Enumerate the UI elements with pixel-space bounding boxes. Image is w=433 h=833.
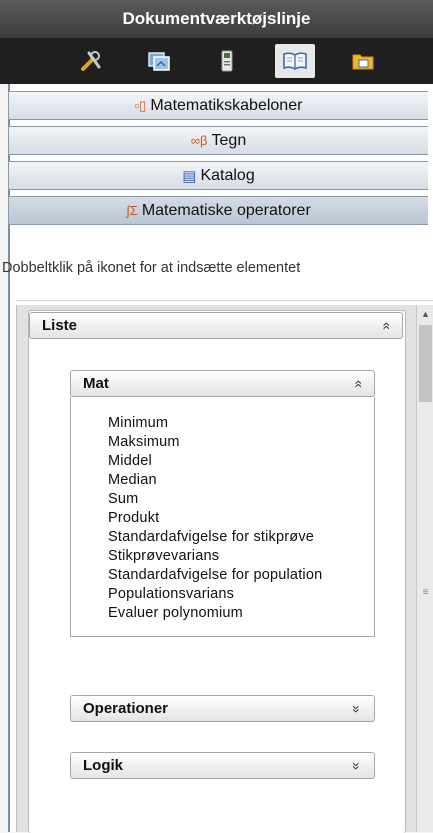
tools-button[interactable]: [71, 44, 111, 78]
operationer-section-title: Operationer: [83, 700, 169, 717]
accordion-label: Tegn: [211, 131, 247, 149]
scroll-up-arrow-icon[interactable]: ▲: [417, 307, 433, 321]
liste-title: Liste: [42, 317, 78, 334]
list-item[interactable]: Sum: [108, 491, 138, 507]
window-title: Dokumentværktøjslinje: [0, 0, 433, 38]
accordion-catalog[interactable]: ▤ Katalog: [8, 161, 428, 190]
list-item[interactable]: Middel: [108, 453, 152, 469]
divider: [16, 300, 433, 301]
content-explorer-button[interactable]: [343, 44, 383, 78]
accordion-symbols[interactable]: ∞β Tegn: [8, 126, 428, 155]
operators-icon: ∫Σ: [126, 203, 138, 218]
accordion-math-operators[interactable]: ∫Σ Matematiske operatorer: [8, 196, 428, 225]
document-pages-icon: [147, 52, 170, 71]
scroll-thumb[interactable]: [419, 325, 432, 402]
variables-button[interactable]: [207, 44, 247, 78]
list-item[interactable]: Standardafvigelse for population: [108, 567, 322, 583]
list-item[interactable]: Minimum: [108, 415, 168, 431]
utilities-button[interactable]: [274, 44, 315, 78]
accordion-math-templates[interactable]: ▫▯ Matematikskabeloner: [8, 91, 428, 120]
page-sorter-button[interactable]: [139, 44, 179, 78]
utilities-book-icon: [282, 52, 307, 70]
mat-section-header[interactable]: Mat »: [70, 370, 375, 397]
accordion-label: Matematikskabeloner: [150, 96, 303, 114]
document-toolbar: [0, 38, 433, 84]
collapse-chevron-icon: »: [377, 321, 394, 330]
list-item[interactable]: Standardafvigelse for stikprøve: [108, 529, 314, 545]
expand-chevron-icon: »: [349, 704, 366, 713]
accordion-label: Matematiske operatorer: [141, 201, 311, 219]
insert-hint: Dobbeltklik på ikonet for at indsætte el…: [2, 260, 301, 276]
list-item[interactable]: Evaluer polynomium: [108, 605, 243, 621]
expand-chevron-icon: »: [349, 761, 366, 770]
logik-section-title: Logik: [83, 757, 123, 774]
list-item[interactable]: Populationsvarians: [108, 586, 234, 602]
scrollbar[interactable]: ▲ ≡: [416, 305, 433, 832]
list-item[interactable]: Produkt: [108, 510, 159, 526]
scroll-grip-icon: ≡: [422, 587, 429, 598]
templates-icon: ▫▯: [134, 97, 147, 113]
list-item[interactable]: Maksimum: [108, 434, 180, 450]
content-explorer-icon: [352, 54, 373, 70]
list-item[interactable]: Median: [108, 472, 157, 488]
mat-section-title: Mat: [83, 375, 109, 392]
logik-section-header[interactable]: Logik »: [70, 752, 375, 779]
list-item[interactable]: Stikprøvevarians: [108, 548, 219, 564]
catalog-icon: ▤: [182, 167, 197, 185]
symbols-icon: ∞β: [190, 133, 208, 148]
liste-header[interactable]: Liste »: [29, 312, 403, 339]
variables-icon: [221, 50, 232, 72]
collapse-chevron-icon: »: [349, 379, 366, 388]
accordion-label: Katalog: [200, 166, 255, 184]
tools-icon: [80, 51, 100, 71]
operationer-section-header[interactable]: Operationer »: [70, 695, 375, 722]
